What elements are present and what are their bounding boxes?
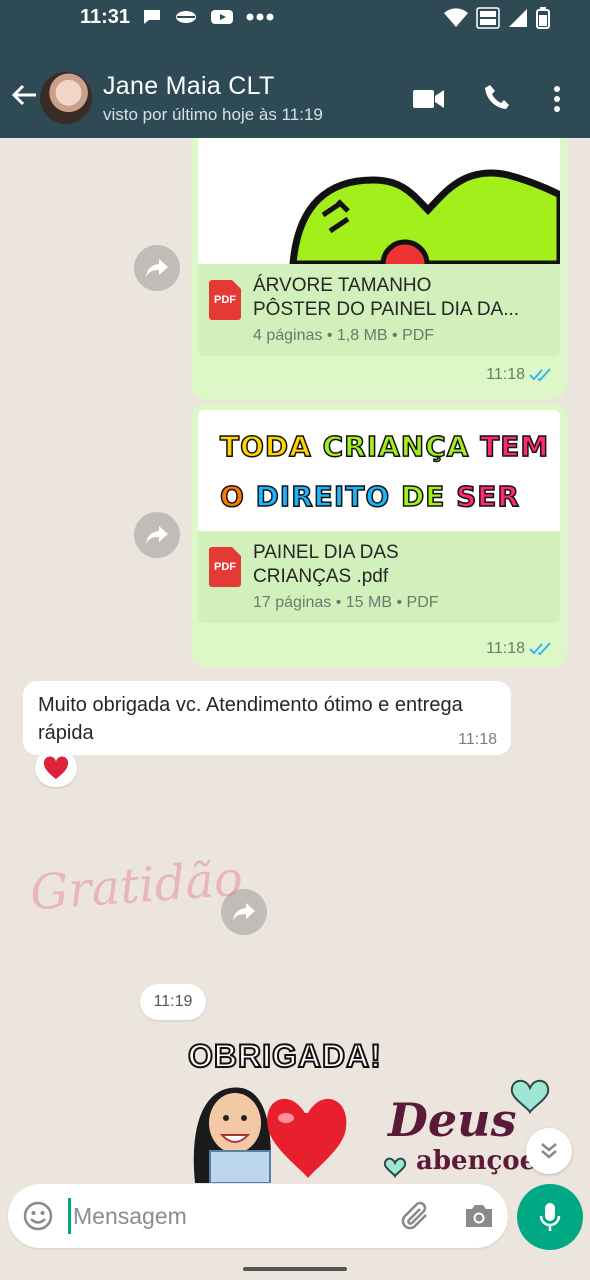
incoming-message[interactable]: Muito obrigada vc. Atendimento ótimo e e… [23, 681, 511, 755]
preview-word: CRIANÇA [322, 429, 470, 464]
document-name-line1: PAINEL DIA DAS [253, 542, 399, 563]
forward-icon [233, 903, 255, 921]
heart-icon [43, 756, 69, 779]
document-message[interactable]: TODA CRIANÇA TEM O DIREITO DE SER PDF PA… [191, 403, 567, 667]
document-name-line1: ÁRVORE TAMANHO [253, 275, 432, 296]
message-time: 11:18 [486, 366, 525, 383]
system-nav-bar [0, 1256, 590, 1280]
emoji-icon[interactable] [23, 1201, 53, 1231]
sticker-text: OBRIGADA! [187, 1037, 382, 1075]
message-time: 11:18 [486, 640, 525, 657]
document-message[interactable]: PDF ÁRVORE TAMANHO PÔSTER DO PAINEL DIA … [191, 138, 567, 399]
double-chevron-down-icon [541, 1143, 557, 1159]
document-thumbnail [198, 138, 560, 264]
camera-icon[interactable] [463, 1203, 495, 1229]
volte-icon [476, 7, 500, 29]
document-info: PDF PAINEL DIA DAS CRIANÇAS .pdf 17 pági… [198, 531, 560, 623]
forward-icon [146, 526, 168, 544]
message-text: Muito obrigada vc. Atendimento ótimo e e… [38, 694, 463, 744]
scroll-to-bottom-button[interactable] [526, 1128, 572, 1174]
last-seen-status: visto por último hoje às 11:19 [103, 105, 323, 124]
microphone-icon [539, 1203, 561, 1231]
chat-area[interactable]: PDF ÁRVORE TAMANHO PÔSTER DO PAINEL DIA … [0, 138, 590, 1188]
status-bar: 11:31 [0, 0, 590, 36]
preview-word: DIREITO [255, 479, 391, 514]
message-composer [8, 1184, 508, 1248]
preview-word: TODA [219, 429, 312, 464]
preview-word: O [219, 479, 245, 514]
forward-button[interactable] [134, 512, 180, 558]
document-meta: 17 páginas • 15 MB • PDF [253, 594, 439, 611]
home-gesture-handle[interactable] [243, 1267, 347, 1271]
forward-button[interactable] [134, 245, 180, 291]
time-separator: 11:19 [140, 984, 206, 1020]
more-options-icon[interactable] [553, 86, 561, 112]
contact-avatar[interactable] [40, 72, 92, 124]
message-input[interactable] [68, 1198, 368, 1234]
document-name-line2: PÔSTER DO PAINEL DIA DA... [253, 299, 520, 320]
preview-word: DE [400, 479, 446, 514]
sticker-text: Gratidão [28, 850, 245, 922]
voice-message-button[interactable] [517, 1184, 583, 1250]
phone-call-icon[interactable] [484, 84, 510, 110]
reaction-badge[interactable] [35, 749, 77, 787]
document-info: PDF ÁRVORE TAMANHO PÔSTER DO PAINEL DIA … [198, 264, 560, 356]
preview-word: TEM [479, 429, 550, 464]
tree-illustration [289, 169, 560, 264]
avatar-heart-illustration [193, 1087, 347, 1183]
document-name-line2: CRIANÇAS .pdf [253, 566, 389, 587]
youtube-icon [211, 10, 233, 24]
document-thumbnail: TODA CRIANÇA TEM O DIREITO DE SER [198, 410, 560, 531]
sticker-text-line1: Deus [388, 1093, 517, 1147]
contact-name[interactable]: Jane Maia CLT [103, 72, 275, 101]
preview-word: SER [455, 479, 520, 514]
battery-icon [536, 7, 550, 29]
video-call-icon[interactable] [413, 88, 445, 110]
more-notifications-icon [246, 13, 274, 21]
system-icons [444, 7, 550, 29]
forward-button[interactable] [221, 889, 267, 935]
preview-text-line2: O DIREITO DE SER [219, 479, 520, 514]
wifi-icon [444, 8, 468, 27]
read-ticks-icon [529, 368, 551, 382]
pdf-file-icon: PDF [209, 280, 241, 320]
lips-icon [176, 11, 196, 23]
sticker-text-line2: abençoe [416, 1146, 537, 1176]
chat-header: Jane Maia CLT visto por último hoje às 1… [0, 36, 590, 138]
preview-text-line1: TODA CRIANÇA TEM [219, 429, 550, 464]
message-icon [144, 10, 160, 24]
status-time: 11:31 [80, 6, 131, 28]
back-arrow-icon[interactable] [10, 83, 38, 107]
attach-icon[interactable] [400, 1201, 432, 1231]
forward-icon [146, 259, 168, 277]
signal-icon [509, 9, 527, 27]
notification-icons [142, 7, 274, 27]
read-ticks-icon [529, 642, 551, 656]
document-meta: 4 páginas • 1,8 MB • PDF [253, 327, 435, 344]
message-time: 11:18 [458, 731, 497, 748]
pdf-file-icon: PDF [209, 547, 241, 587]
